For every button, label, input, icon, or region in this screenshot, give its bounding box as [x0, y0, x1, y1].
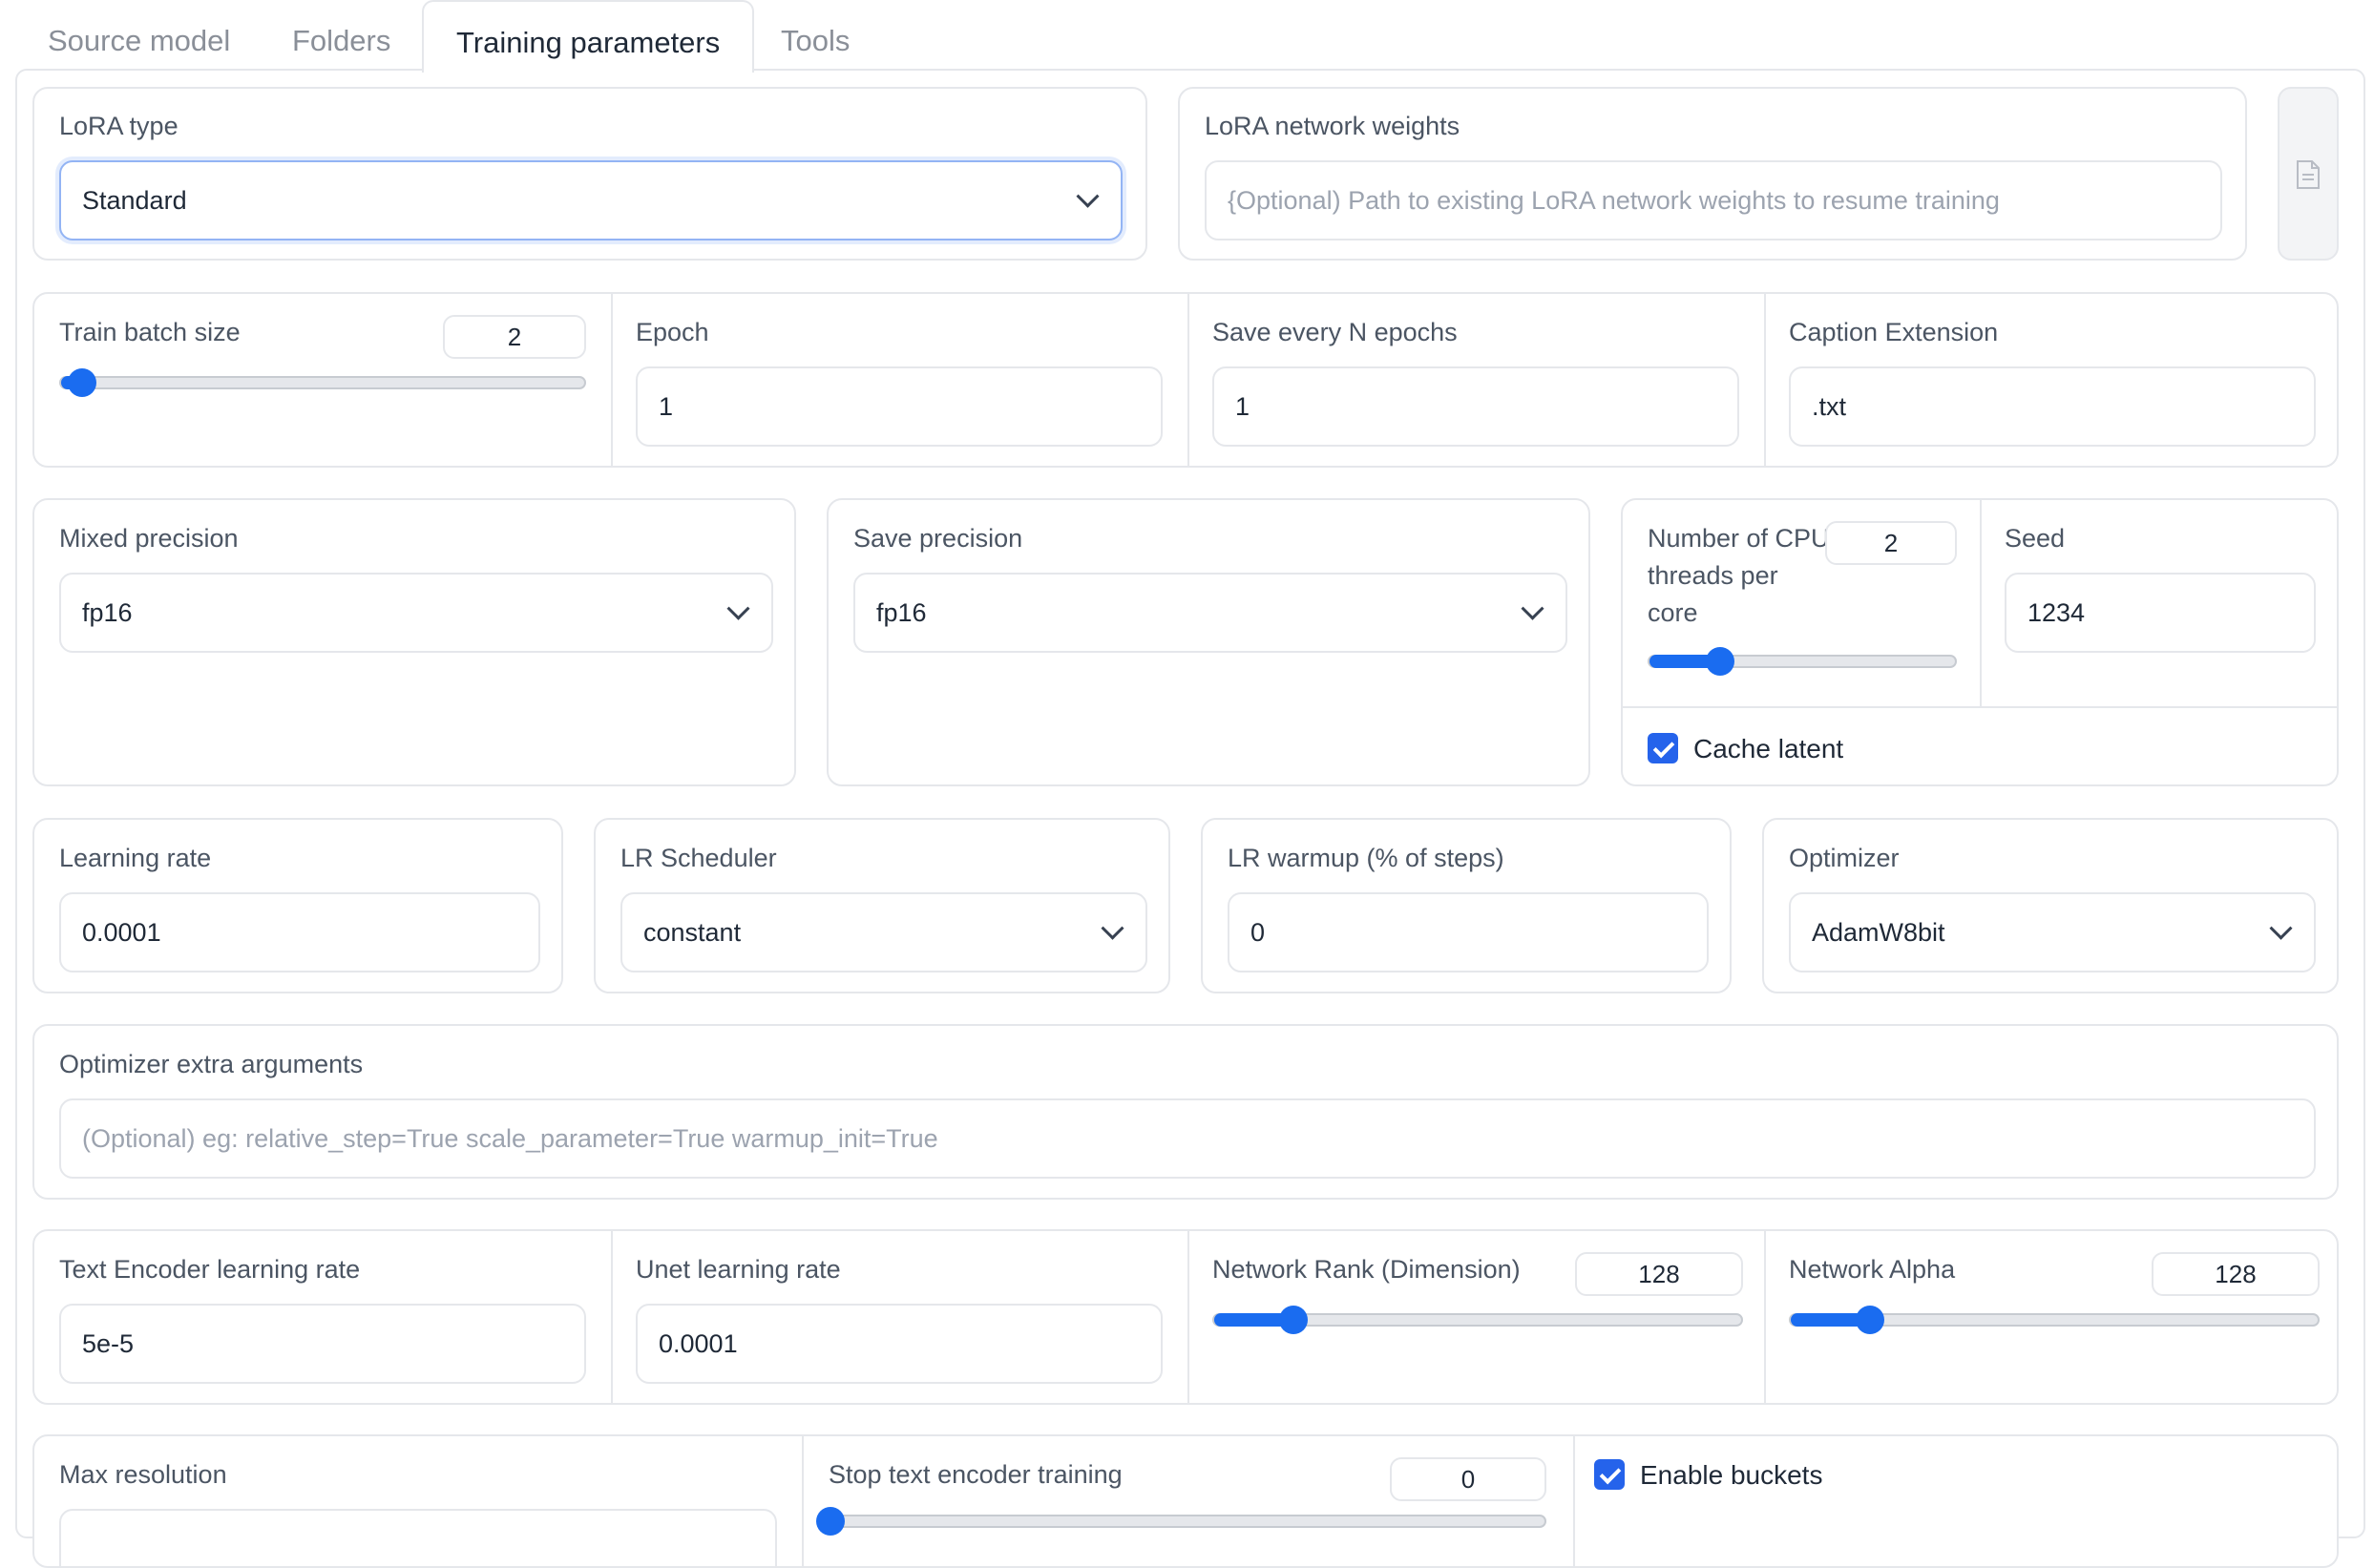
- stop-text-encoder-number[interactable]: 0: [1390, 1457, 1546, 1501]
- network-alpha-cell: Network Alpha 128: [1766, 1231, 2337, 1403]
- learning-rate-card: Learning rate: [32, 818, 563, 993]
- optimizer-value: AdamW8bit: [1812, 917, 1945, 947]
- lora-type-value: Standard: [82, 185, 187, 215]
- save-every-input[interactable]: [1212, 366, 1739, 447]
- lora-weights-input[interactable]: [1205, 160, 2222, 240]
- save-precision-card: Save precision fp16: [827, 498, 1590, 786]
- learning-rate-input[interactable]: [59, 892, 540, 972]
- mixed-precision-label: Mixed precision: [59, 524, 239, 553]
- unet-lr-label: Unet learning rate: [636, 1255, 841, 1284]
- seed-input[interactable]: [2005, 573, 2316, 653]
- tab-tools[interactable]: Tools: [781, 0, 850, 71]
- train-batch-size-label: Train batch size: [59, 318, 241, 346]
- stop-text-encoder-label: Stop text encoder training: [829, 1460, 1123, 1489]
- mixed-precision-card: Mixed precision fp16: [32, 498, 796, 786]
- epoch-cell: Epoch: [613, 294, 1189, 466]
- mixed-precision-value: fp16: [82, 597, 133, 627]
- lr-warmup-card: LR warmup (% of steps): [1201, 818, 1732, 993]
- cpu-threads-label-line3: core: [1648, 598, 1698, 627]
- network-rank-number[interactable]: 128: [1575, 1252, 1743, 1296]
- save-every-label: Save every N epochs: [1212, 318, 1458, 346]
- network-row: Text Encoder learning rate Unet learning…: [32, 1229, 2339, 1405]
- slider-thumb[interactable]: [816, 1507, 845, 1536]
- lr-scheduler-label: LR Scheduler: [620, 844, 777, 872]
- unet-lr-cell: Unet learning rate: [613, 1231, 1189, 1403]
- save-precision-value: fp16: [876, 597, 927, 627]
- caption-extension-label: Caption Extension: [1789, 318, 1999, 346]
- save-precision-label: Save precision: [853, 524, 1023, 553]
- lr-warmup-label: LR warmup (% of steps): [1228, 844, 1504, 872]
- slider-thumb[interactable]: [1705, 647, 1734, 676]
- network-alpha-label: Network Alpha: [1789, 1255, 1956, 1284]
- seed-cell: Seed: [1982, 500, 2337, 708]
- enable-buckets-label[interactable]: Enable buckets: [1640, 1460, 1822, 1491]
- optimizer-args-card: Optimizer extra arguments: [32, 1024, 2339, 1200]
- epoch-label: Epoch: [636, 318, 709, 346]
- enable-buckets-checkbox[interactable]: [1594, 1459, 1625, 1490]
- train-batch-size-number[interactable]: 2: [443, 315, 586, 359]
- cpu-threads-label-line1: Number of CPU: [1648, 524, 1830, 553]
- stop-text-encoder-slider[interactable]: [816, 1507, 1546, 1536]
- chevron-down-icon: [2269, 916, 2293, 940]
- optimizer-args-input[interactable]: [59, 1098, 2316, 1179]
- caption-extension-input[interactable]: [1789, 366, 2316, 447]
- slider-thumb[interactable]: [1855, 1306, 1884, 1334]
- cache-latent-checkbox[interactable]: [1648, 733, 1678, 763]
- caption-extension-cell: Caption Extension: [1766, 294, 2337, 466]
- chevron-down-icon: [726, 596, 750, 620]
- lr-scheduler-card: LR Scheduler constant: [594, 818, 1170, 993]
- epoch-input[interactable]: [636, 366, 1163, 447]
- lora-type-label: LoRA type: [59, 112, 179, 140]
- chevron-down-icon: [1101, 916, 1124, 940]
- unet-lr-input[interactable]: [636, 1304, 1163, 1384]
- optimizer-label: Optimizer: [1789, 844, 1900, 872]
- save-every-cell: Save every N epochs: [1189, 294, 1766, 466]
- tab-source-model[interactable]: Source model: [48, 0, 230, 71]
- learning-rate-label: Learning rate: [59, 844, 212, 872]
- train-batch-size-slider[interactable]: [59, 368, 586, 397]
- mixed-precision-select[interactable]: fp16: [59, 573, 773, 653]
- cpu-threads-number[interactable]: 2: [1825, 521, 1957, 565]
- network-rank-slider[interactable]: [1212, 1306, 1743, 1334]
- seed-label: Seed: [2005, 524, 2066, 553]
- lora-type-select[interactable]: Standard: [59, 160, 1123, 240]
- optimizer-args-label: Optimizer extra arguments: [59, 1050, 364, 1078]
- network-rank-cell: Network Rank (Dimension) 128: [1189, 1231, 1766, 1403]
- slider-thumb[interactable]: [1278, 1306, 1308, 1334]
- network-alpha-slider[interactable]: [1789, 1306, 2320, 1334]
- text-encoder-lr-label: Text Encoder learning rate: [59, 1255, 361, 1284]
- cache-latent-label[interactable]: Cache latent: [1693, 734, 1843, 764]
- network-rank-label: Network Rank (Dimension): [1212, 1255, 1521, 1284]
- resolution-row: Max resolution Stop text encoder trainin…: [32, 1434, 2339, 1568]
- lr-warmup-input[interactable]: [1228, 892, 1709, 972]
- stop-text-encoder-cell: Stop text encoder training 0: [804, 1436, 1575, 1566]
- lr-scheduler-value: constant: [643, 917, 742, 947]
- cpu-threads-cell: Number of CPU threads per core 2: [1623, 500, 1982, 708]
- train-batch-size-cell: Train batch size 2: [34, 294, 613, 466]
- lora-weights-label: LoRA network weights: [1205, 112, 1460, 140]
- max-resolution-cell: Max resolution: [34, 1436, 804, 1566]
- save-precision-select[interactable]: fp16: [853, 573, 1567, 653]
- max-resolution-label: Max resolution: [59, 1460, 227, 1489]
- file-icon: [2297, 160, 2320, 189]
- slider-thumb[interactable]: [67, 368, 96, 397]
- chevron-down-icon: [1521, 596, 1544, 620]
- cpu-threads-label-line2: threads per: [1648, 561, 1778, 590]
- optimizer-select[interactable]: AdamW8bit: [1789, 892, 2316, 972]
- text-encoder-lr-cell: Text Encoder learning rate: [34, 1231, 613, 1403]
- tab-folders[interactable]: Folders: [292, 0, 390, 71]
- cpu-seed-card: Number of CPU threads per core 2 Seed Ca…: [1621, 498, 2339, 786]
- tab-training-parameters[interactable]: Training parameters: [422, 0, 755, 73]
- optimizer-card: Optimizer AdamW8bit: [1762, 818, 2339, 993]
- max-resolution-input[interactable]: [59, 1509, 777, 1566]
- chevron-down-icon: [1076, 184, 1100, 208]
- lora-weights-file-button[interactable]: [2278, 87, 2339, 261]
- lora-weights-card: LoRA network weights: [1178, 87, 2247, 261]
- cpu-threads-slider[interactable]: [1648, 647, 1957, 676]
- batch-epoch-row: Train batch size 2 Epoch Save every N ep…: [32, 292, 2339, 468]
- lora-type-card: LoRA type Standard: [32, 87, 1147, 261]
- text-encoder-lr-input[interactable]: [59, 1304, 586, 1384]
- network-alpha-number[interactable]: 128: [2152, 1252, 2320, 1296]
- lr-scheduler-select[interactable]: constant: [620, 892, 1147, 972]
